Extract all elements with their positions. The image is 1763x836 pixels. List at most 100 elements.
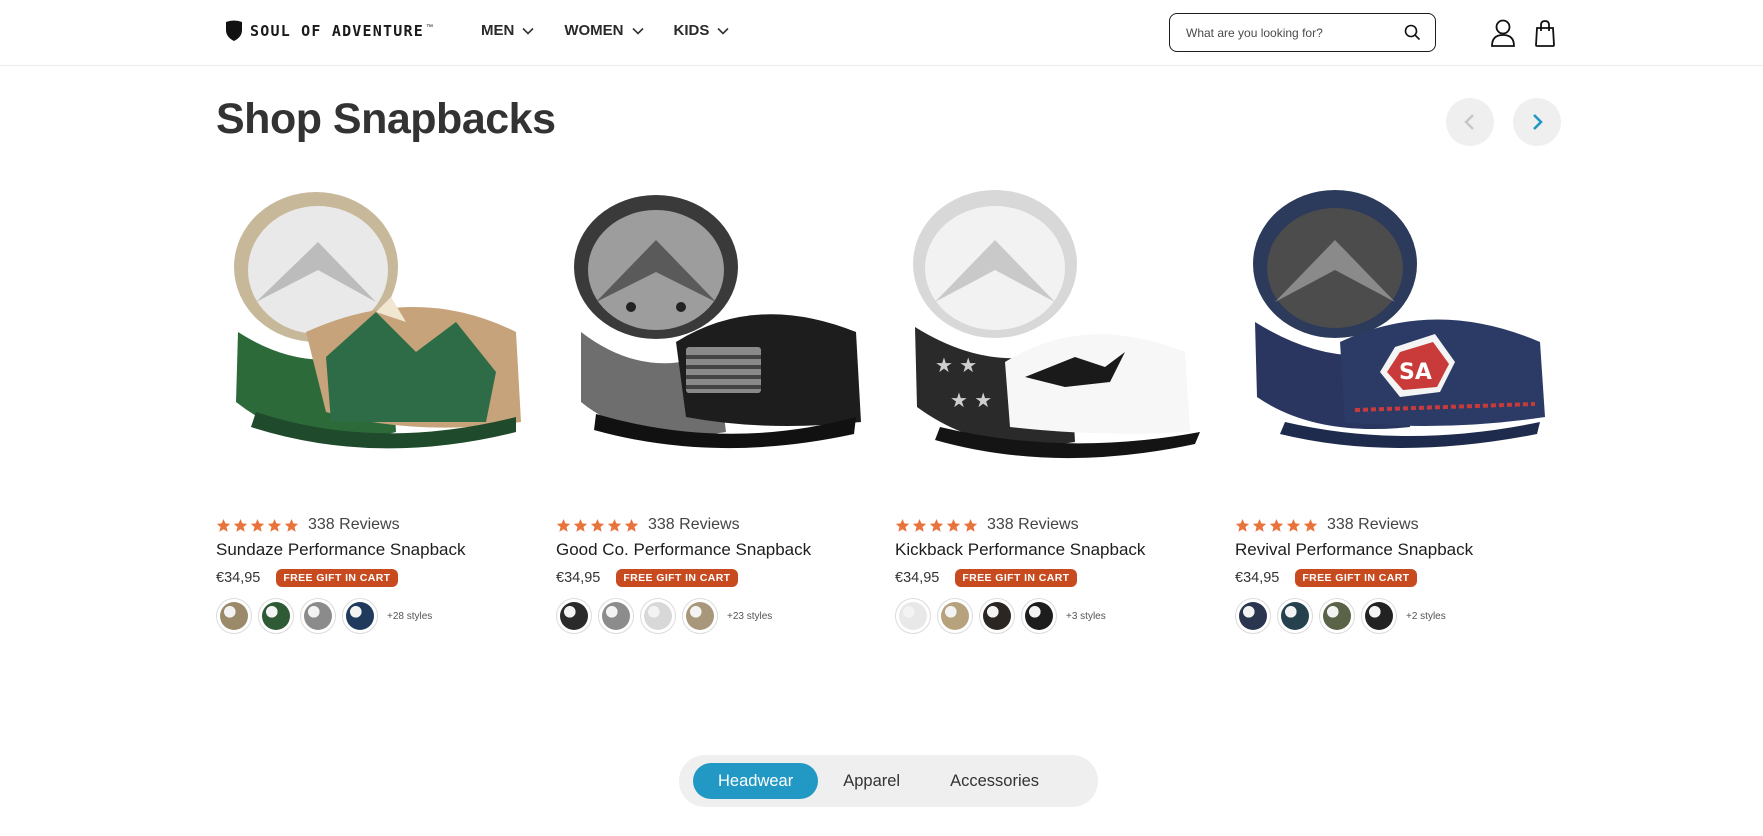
style-swatch[interactable] xyxy=(342,598,378,634)
style-swatch[interactable] xyxy=(979,598,1015,634)
product-rating[interactable]: 338 Reviews xyxy=(895,516,1079,534)
style-swatch[interactable] xyxy=(1021,598,1057,634)
cart-icon[interactable] xyxy=(1532,18,1558,48)
star-icon xyxy=(1269,518,1284,532)
review-count[interactable]: 338 Reviews xyxy=(308,516,400,534)
product-name[interactable]: Kickback Performance Snapback xyxy=(895,540,1145,560)
price-row: €34,95 FREE GIFT IN CART xyxy=(1235,569,1417,587)
star-icon xyxy=(233,518,248,532)
star-icon xyxy=(590,518,605,532)
product-image[interactable] xyxy=(216,182,536,487)
product-card[interactable]: 338 Reviews Good Co. Performance Snapbac… xyxy=(556,182,876,634)
svg-text:★ ★: ★ ★ xyxy=(935,353,977,377)
star-rating xyxy=(556,518,639,533)
star-icon xyxy=(556,518,571,532)
product-card[interactable]: SA 338 Reviews Revival Performance Snapb… xyxy=(1235,182,1555,634)
product-image[interactable]: SA xyxy=(1235,182,1555,487)
style-swatch[interactable] xyxy=(1319,598,1355,634)
swatch-thumbnail xyxy=(262,602,290,630)
star-rating xyxy=(895,518,978,533)
style-swatches: +23 styles xyxy=(556,598,772,634)
style-swatches: +2 styles xyxy=(1235,598,1446,634)
product-card[interactable]: ★ ★ ★ ★ 338 Reviews Kickback Performance… xyxy=(895,182,1215,634)
site-header: SOUL OF ADVENTURE ™ MEN WOMEN KIDS xyxy=(0,0,1763,66)
search-input[interactable] xyxy=(1186,25,1404,40)
style-swatch[interactable] xyxy=(258,598,294,634)
more-styles-link[interactable]: +23 styles xyxy=(727,611,772,622)
product-price: €34,95 xyxy=(1235,570,1280,586)
search-icon[interactable] xyxy=(1404,24,1421,41)
snapback-image-good-co xyxy=(574,195,861,449)
snapback-image-sundaze xyxy=(234,192,521,449)
swatch-thumbnail xyxy=(560,602,588,630)
star-rating xyxy=(1235,518,1318,533)
product-image[interactable] xyxy=(556,182,876,487)
style-swatches: +3 styles xyxy=(895,598,1106,634)
nav-kids[interactable]: KIDS xyxy=(674,22,730,39)
carousel-prev-button[interactable] xyxy=(1446,98,1494,146)
style-swatch[interactable] xyxy=(300,598,336,634)
shield-logo-icon xyxy=(226,20,242,41)
tab-headwear[interactable]: Headwear xyxy=(693,763,819,799)
free-gift-badge: FREE GIFT IN CART xyxy=(955,569,1077,587)
swatch-thumbnail xyxy=(304,602,332,630)
product-rating[interactable]: 338 Reviews xyxy=(216,516,400,534)
swatch-thumbnail xyxy=(899,602,927,630)
product-rating[interactable]: 338 Reviews xyxy=(1235,516,1419,534)
chevron-left-icon xyxy=(1464,114,1474,130)
nav-women[interactable]: WOMEN xyxy=(564,22,644,39)
style-swatch[interactable] xyxy=(895,598,931,634)
nav-men[interactable]: MEN xyxy=(481,22,534,39)
nav-men-label: MEN xyxy=(481,22,515,39)
tab-apparel[interactable]: Apparel xyxy=(818,763,925,799)
style-swatch[interactable] xyxy=(216,598,252,634)
more-styles-link[interactable]: +28 styles xyxy=(387,611,432,622)
free-gift-badge: FREE GIFT IN CART xyxy=(276,569,398,587)
style-swatch[interactable] xyxy=(1235,598,1271,634)
star-icon xyxy=(1252,518,1267,532)
style-swatch[interactable] xyxy=(937,598,973,634)
product-price: €34,95 xyxy=(556,570,601,586)
main-nav: MEN WOMEN KIDS xyxy=(481,22,729,39)
logo-trademark: ™ xyxy=(425,23,433,31)
star-icon xyxy=(946,518,961,532)
star-icon xyxy=(607,518,622,532)
review-count[interactable]: 338 Reviews xyxy=(648,516,740,534)
logo[interactable]: SOUL OF ADVENTURE ™ xyxy=(224,20,433,42)
product-name[interactable]: Good Co. Performance Snapback xyxy=(556,540,811,560)
swatch-thumbnail xyxy=(1323,602,1351,630)
product-card[interactable]: 338 Reviews Sundaze Performance Snapback… xyxy=(216,182,536,634)
chevron-down-icon xyxy=(717,27,729,35)
more-styles-link[interactable]: +2 styles xyxy=(1406,611,1446,622)
style-swatch[interactable] xyxy=(598,598,634,634)
product-image[interactable]: ★ ★ ★ ★ xyxy=(895,182,1215,487)
snapback-image-revival: SA xyxy=(1253,190,1545,448)
style-swatch[interactable] xyxy=(640,598,676,634)
carousel-next-button[interactable] xyxy=(1513,98,1561,146)
style-swatch[interactable] xyxy=(1361,598,1397,634)
free-gift-badge: FREE GIFT IN CART xyxy=(616,569,738,587)
chevron-down-icon xyxy=(631,27,644,35)
review-count[interactable]: 338 Reviews xyxy=(1327,516,1419,534)
star-rating xyxy=(216,518,299,533)
style-swatch[interactable] xyxy=(1277,598,1313,634)
product-rating[interactable]: 338 Reviews xyxy=(556,516,740,534)
product-price: €34,95 xyxy=(895,570,940,586)
product-name[interactable]: Sundaze Performance Snapback xyxy=(216,540,466,560)
style-swatch[interactable] xyxy=(556,598,592,634)
snapback-image-kickback: ★ ★ ★ ★ xyxy=(913,190,1200,459)
account-icon[interactable] xyxy=(1490,18,1516,48)
tab-accessories[interactable]: Accessories xyxy=(925,763,1064,799)
chevron-right-icon xyxy=(1533,114,1543,130)
swatch-thumbnail xyxy=(346,602,374,630)
search-bar xyxy=(1169,13,1436,52)
product-name[interactable]: Revival Performance Snapback xyxy=(1235,540,1473,560)
style-swatch[interactable] xyxy=(682,598,718,634)
nav-women-label: WOMEN xyxy=(564,22,624,39)
swatch-thumbnail xyxy=(941,602,969,630)
review-count[interactable]: 338 Reviews xyxy=(987,516,1079,534)
chevron-down-icon xyxy=(522,27,534,35)
free-gift-badge: FREE GIFT IN CART xyxy=(1295,569,1417,587)
star-icon xyxy=(895,518,910,532)
more-styles-link[interactable]: +3 styles xyxy=(1066,611,1106,622)
